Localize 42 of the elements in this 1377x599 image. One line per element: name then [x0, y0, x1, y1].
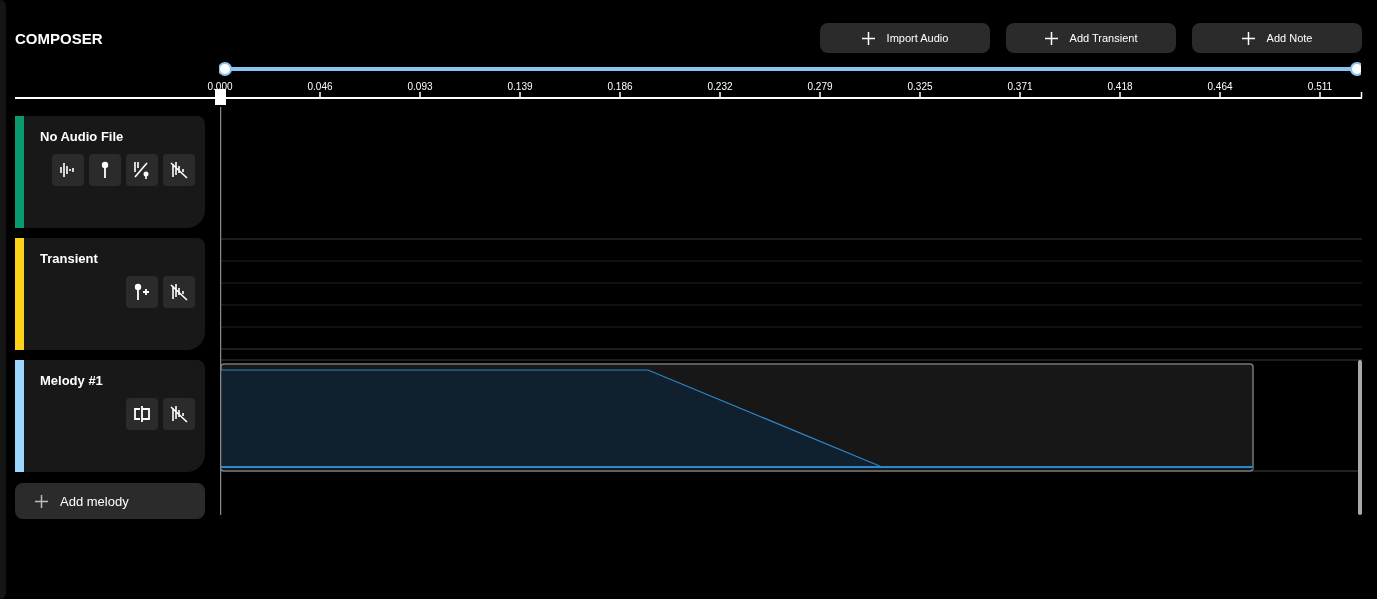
tick-label: 0.511 — [1307, 81, 1333, 92]
track-name: Transient — [40, 251, 99, 266]
crossed-waveform-icon — [169, 282, 189, 302]
pin-plus-icon — [132, 282, 152, 302]
add-melody-button[interactable]: Add melody — [15, 483, 205, 519]
tick-label: 0.418 — [1107, 81, 1133, 92]
crossed-waveform-icon — [169, 404, 189, 424]
tick-label: 0.093 — [407, 81, 433, 92]
waveform-button[interactable] — [52, 154, 84, 186]
split-button[interactable] — [126, 154, 158, 186]
tick-label: 0.139 — [507, 81, 533, 92]
action-button[interactable]: Import Audio — [820, 23, 990, 53]
bracket-button[interactable] — [126, 398, 158, 430]
playhead-handle[interactable] — [215, 89, 226, 105]
action-button[interactable]: Add Note — [1192, 23, 1362, 53]
range-handle[interactable] — [1350, 62, 1361, 76]
tick-label: 0.232 — [707, 81, 733, 92]
plus-icon — [861, 31, 875, 45]
mute-button[interactable] — [163, 276, 195, 308]
track-name: No Audio File — [40, 129, 125, 144]
scrollbar[interactable] — [1358, 360, 1362, 515]
melody-region[interactable] — [220, 363, 1254, 472]
plus-icon — [1241, 31, 1255, 45]
pin-button[interactable] — [89, 154, 121, 186]
range-handle[interactable] — [219, 62, 232, 76]
plus-icon — [35, 494, 48, 508]
tick-label: 0.046 — [307, 81, 333, 92]
range-slider[interactable] — [219, 62, 1361, 76]
tick-label: 0.186 — [607, 81, 633, 92]
action-button[interactable]: Add Transient — [1006, 23, 1176, 53]
mute-button[interactable] — [163, 398, 195, 430]
plus-icon — [1044, 31, 1058, 45]
tick-label: 0.325 — [907, 81, 933, 92]
crossed-waveform-icon — [169, 160, 189, 180]
track-name: Melody #1 — [40, 373, 104, 388]
mute-button[interactable] — [163, 154, 195, 186]
tick-label: 0.371 — [1007, 81, 1033, 92]
pinplus-button[interactable] — [126, 276, 158, 308]
composer-title: COMPOSER — [15, 29, 103, 47]
tick-label: 0.464 — [1207, 81, 1233, 92]
split-bracket-icon — [132, 404, 152, 424]
tick-label: 0.279 — [807, 81, 833, 92]
